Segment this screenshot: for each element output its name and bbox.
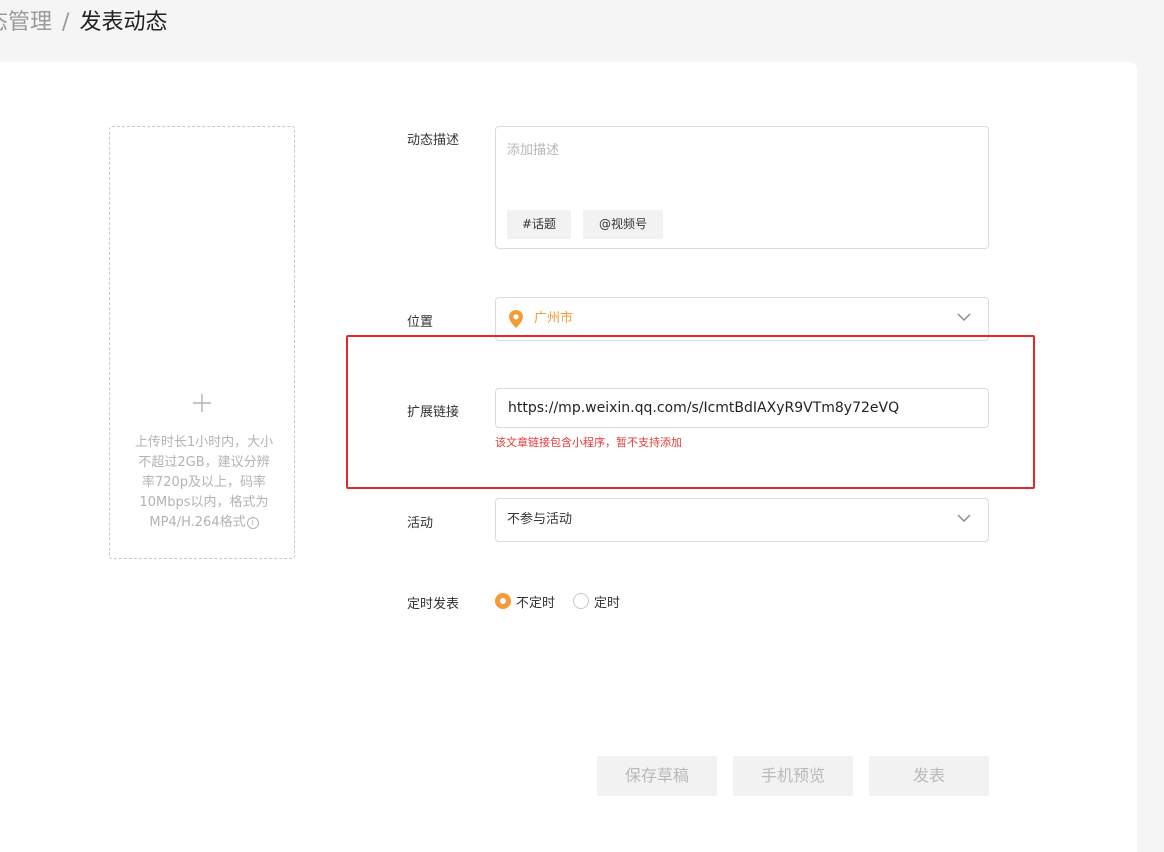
upload-hint-text: 上传时长1小时内，大小不超过2GB，建议分辨率720p及以上，码率10Mbps以… — [134, 435, 274, 530]
link-input[interactable]: https://mp.weixin.qq.com/s/IcmtBdIAXyR9V… — [495, 388, 989, 428]
radio-no-schedule[interactable]: 不定时 — [495, 592, 556, 611]
description-textarea[interactable]: 添加描述 #话题 @视频号 — [495, 126, 989, 249]
description-placeholder: 添加描述 — [507, 143, 560, 158]
radio-checked-icon — [495, 593, 511, 609]
location-value: 广州市 — [534, 311, 574, 326]
chevron-down-icon — [957, 313, 971, 321]
activity-value: 不参与活动 — [507, 512, 573, 527]
page-title: 发表动态 — [79, 10, 168, 35]
radio-no-schedule-label: 不定时 — [516, 595, 556, 611]
location-pin-icon — [509, 310, 523, 328]
schedule-label: 定时发表 — [407, 597, 460, 612]
link-error-message: 该文章链接包含小程序，暂不支持添加 — [495, 436, 682, 449]
radio-scheduled[interactable]: 定时 — [573, 592, 621, 611]
location-select[interactable]: 广州市 — [495, 297, 989, 341]
publish-button[interactable]: 发表 — [869, 756, 989, 796]
radio-unchecked-icon — [573, 593, 589, 609]
plus-icon — [110, 389, 294, 419]
topic-button[interactable]: #话题 — [507, 210, 571, 239]
description-label: 动态描述 — [407, 133, 460, 148]
upload-hint: 上传时长1小时内，大小不超过2GB，建议分辨率720p及以上，码率10Mbps以… — [132, 433, 276, 533]
chevron-down-icon — [957, 514, 971, 522]
activity-label: 活动 — [407, 516, 434, 531]
breadcrumb: 态管理 / 发表动态 — [0, 8, 167, 38]
save-draft-button[interactable]: 保存草稿 — [597, 756, 717, 796]
activity-select[interactable]: 不参与活动 — [495, 498, 989, 542]
video-upload-area[interactable]: 上传时长1小时内，大小不超过2GB，建议分辨率720p及以上，码率10Mbps以… — [109, 126, 295, 559]
breadcrumb-parent[interactable]: 态管理 — [0, 10, 52, 35]
link-label: 扩展链接 — [407, 405, 460, 420]
radio-scheduled-label: 定时 — [594, 595, 621, 611]
info-icon[interactable]: i — [246, 517, 259, 529]
breadcrumb-separator: / — [62, 10, 70, 35]
location-label: 位置 — [407, 315, 434, 330]
mention-button[interactable]: @视频号 — [583, 210, 663, 239]
preview-button[interactable]: 手机预览 — [733, 756, 853, 796]
